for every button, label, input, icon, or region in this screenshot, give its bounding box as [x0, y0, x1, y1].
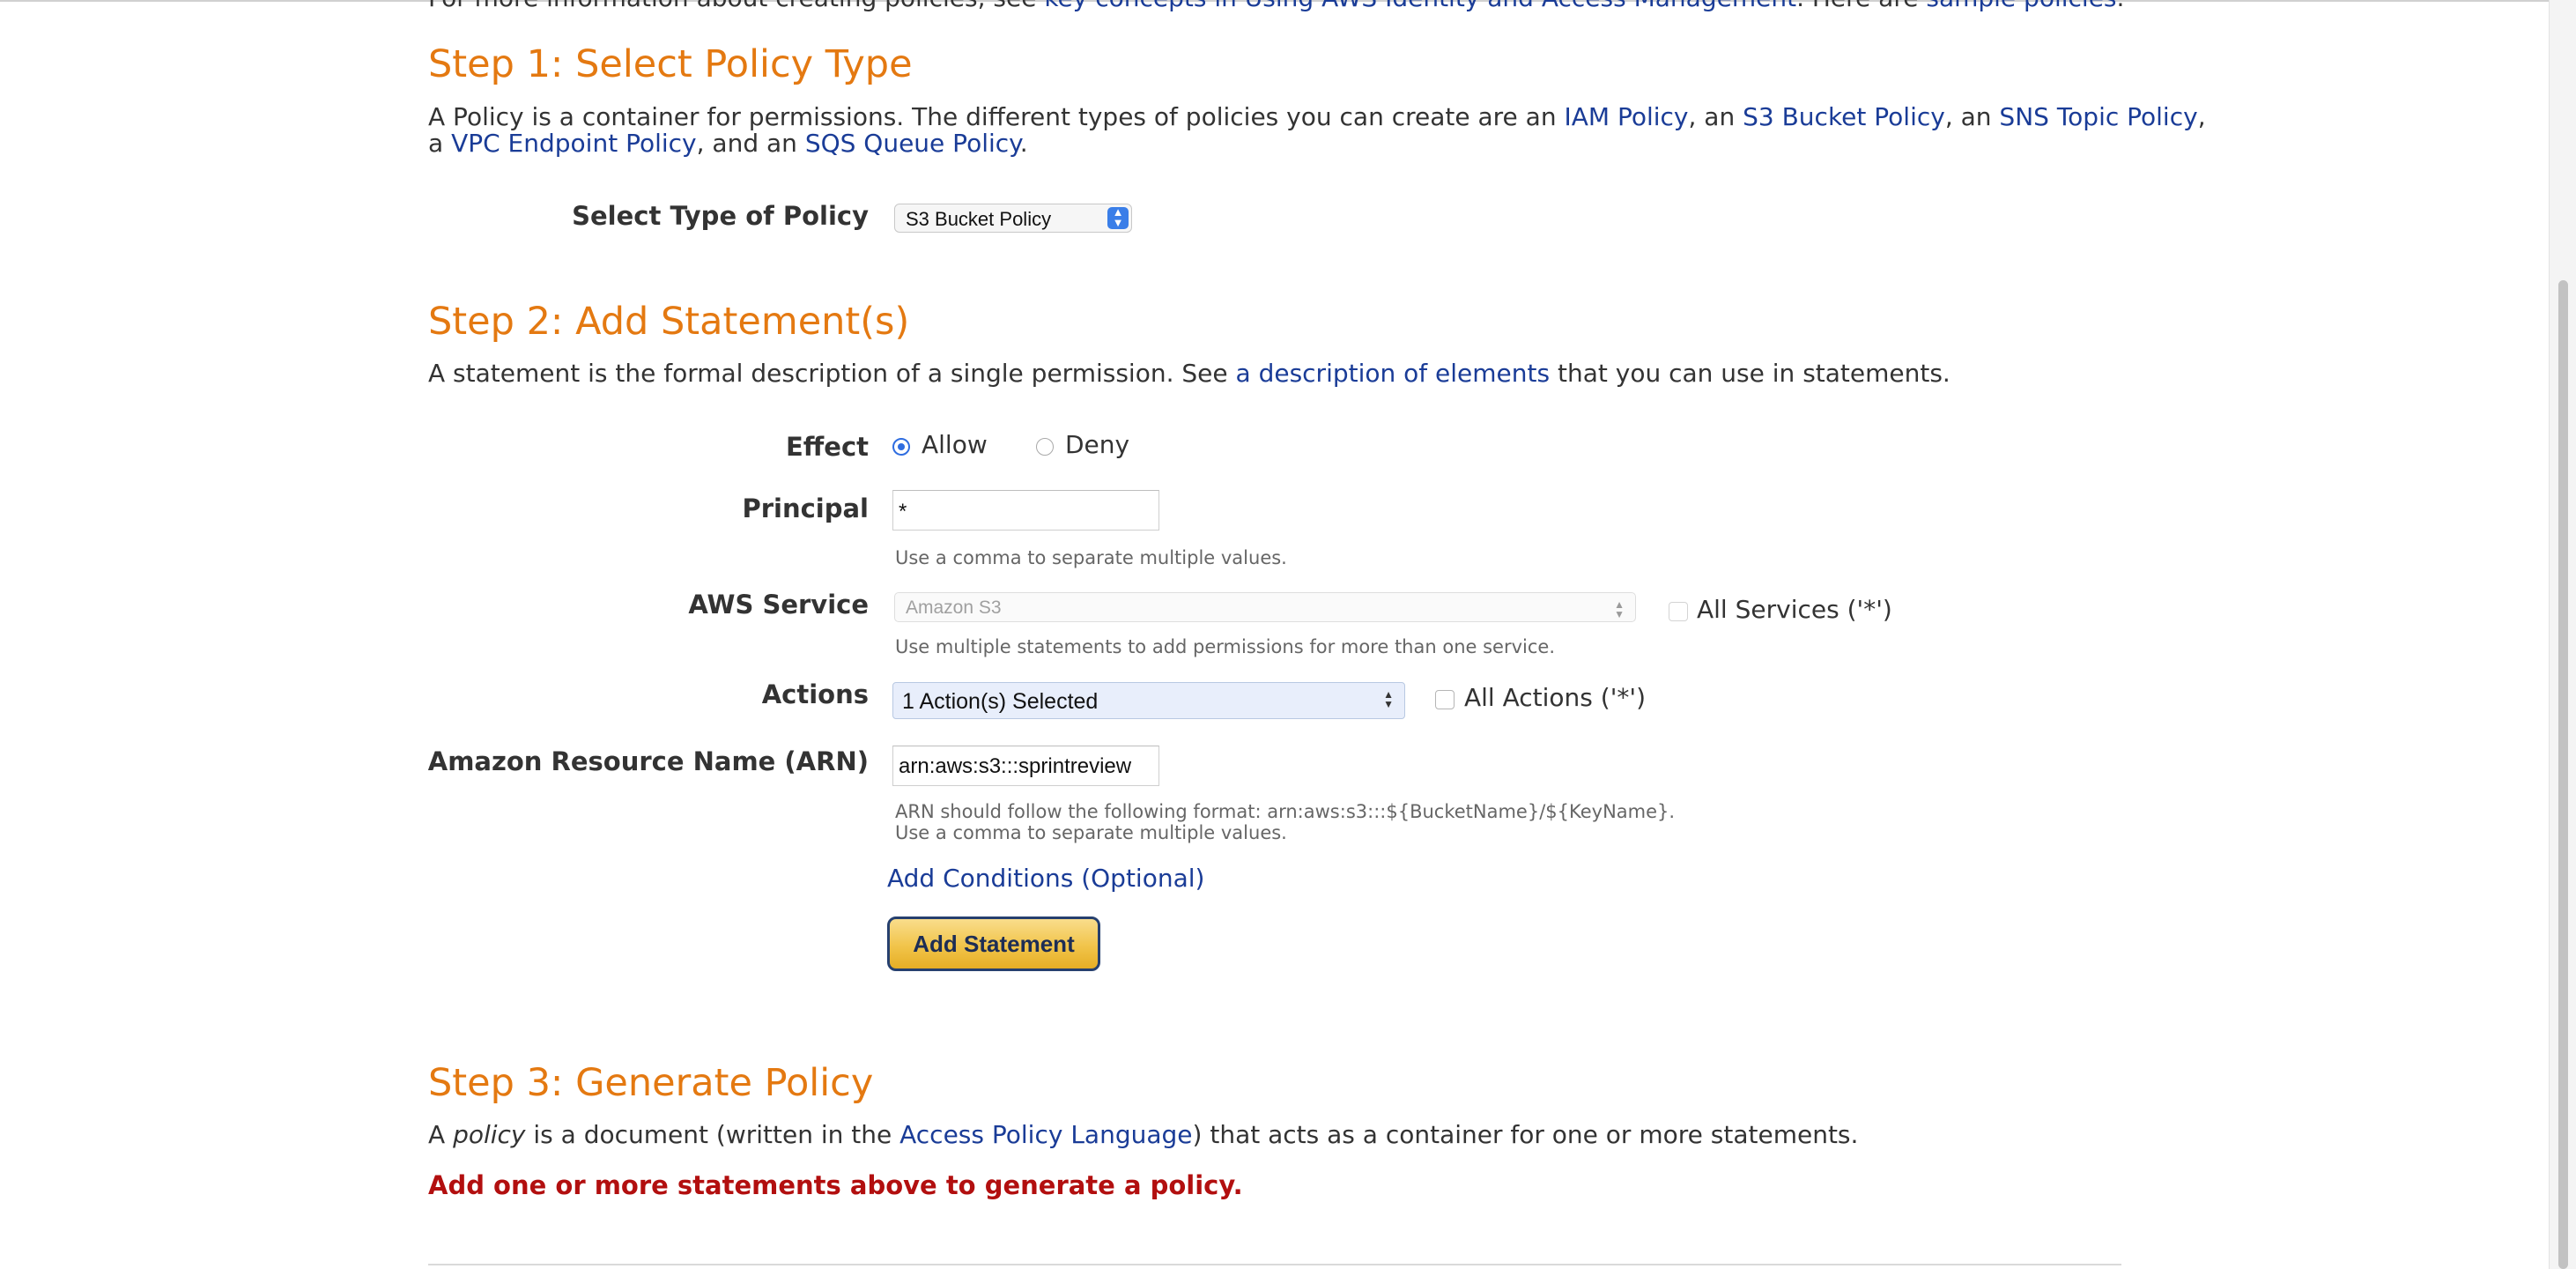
iam-policy-link[interactable]: IAM Policy: [1564, 102, 1688, 131]
policy-type-select[interactable]: S3 Bucket Policy ▲ ▼: [894, 204, 1132, 233]
policy-generator-page: For more information about creating poli…: [0, 0, 2576, 1269]
aws-service-hint: Use multiple statements to add permissio…: [895, 636, 1555, 657]
effect-allow-label[interactable]: Allow: [922, 432, 988, 458]
actions-select[interactable]: 1 Action(s) Selected ▲ ▼: [892, 682, 1405, 719]
principal-input[interactable]: *: [892, 490, 1159, 531]
scrollbar-thumb[interactable]: [2558, 280, 2568, 1269]
sample-policies-link[interactable]: sample policies: [1926, 0, 2116, 12]
all-actions-label: All Actions ('*'): [1464, 683, 1647, 712]
bottom-divider: [428, 1264, 2121, 1265]
step1-title: Step 1: Select Policy Type: [428, 42, 913, 86]
s3-bucket-policy-link[interactable]: S3 Bucket Policy: [1743, 102, 1945, 131]
step3-title: Step 3: Generate Policy: [428, 1061, 874, 1105]
intro-text: For more information about creating poli…: [428, 0, 2124, 11]
arn-hint: ARN should follow the following format: …: [895, 801, 1676, 843]
policy-type-label: Select Type of Policy: [572, 201, 869, 231]
effect-label: Effect: [785, 432, 869, 462]
sns-topic-policy-link[interactable]: SNS Topic Policy: [1999, 102, 2197, 131]
select-arrows-icon: ▲ ▼: [1614, 598, 1625, 620]
aws-service-select[interactable]: Amazon S3 ▲ ▼: [894, 592, 1636, 622]
sqs-queue-policy-link[interactable]: SQS Queue Policy: [805, 129, 1020, 158]
effect-allow-radio[interactable]: [892, 438, 910, 456]
aws-service-label: AWS Service: [688, 590, 869, 620]
add-conditions-link[interactable]: Add Conditions (Optional): [887, 864, 1204, 893]
select-arrows-icon: ▲ ▼: [1107, 206, 1129, 229]
effect-deny-label[interactable]: Deny: [1065, 432, 1129, 458]
actions-label: Actions: [761, 679, 869, 709]
all-services-checkbox[interactable]: [1669, 602, 1688, 621]
step2-description: A statement is the formal description of…: [428, 359, 1951, 388]
add-statement-button[interactable]: Add Statement: [887, 916, 1100, 971]
vpc-endpoint-policy-link[interactable]: VPC Endpoint Policy: [451, 129, 697, 158]
step3-description: A policy is a document (written in the A…: [428, 1120, 1859, 1149]
arn-label: Amazon Resource Name (ARN): [427, 746, 869, 776]
principal-label: Principal: [742, 494, 869, 523]
access-policy-language-link[interactable]: Access Policy Language: [899, 1120, 1192, 1149]
all-actions-checkbox[interactable]: [1435, 690, 1455, 709]
effect-deny-radio[interactable]: [1036, 438, 1054, 456]
description-of-elements-link[interactable]: a description of elements: [1236, 359, 1551, 388]
principal-hint: Use a comma to separate multiple values.: [895, 547, 1287, 568]
generate-policy-error: Add one or more statements above to gene…: [428, 1170, 1243, 1200]
key-concepts-link[interactable]: key concepts in Using AWS Identity and A…: [1044, 0, 1796, 12]
step2-title: Step 2: Add Statement(s): [428, 300, 910, 344]
step1-description: A Policy is a container for permissions.…: [428, 102, 2206, 158]
arn-input[interactable]: arn:aws:s3:::sprintreview: [892, 746, 1159, 786]
select-arrows-icon: ▲ ▼: [1383, 688, 1394, 710]
all-services-label: All Services ('*'): [1697, 595, 1892, 624]
